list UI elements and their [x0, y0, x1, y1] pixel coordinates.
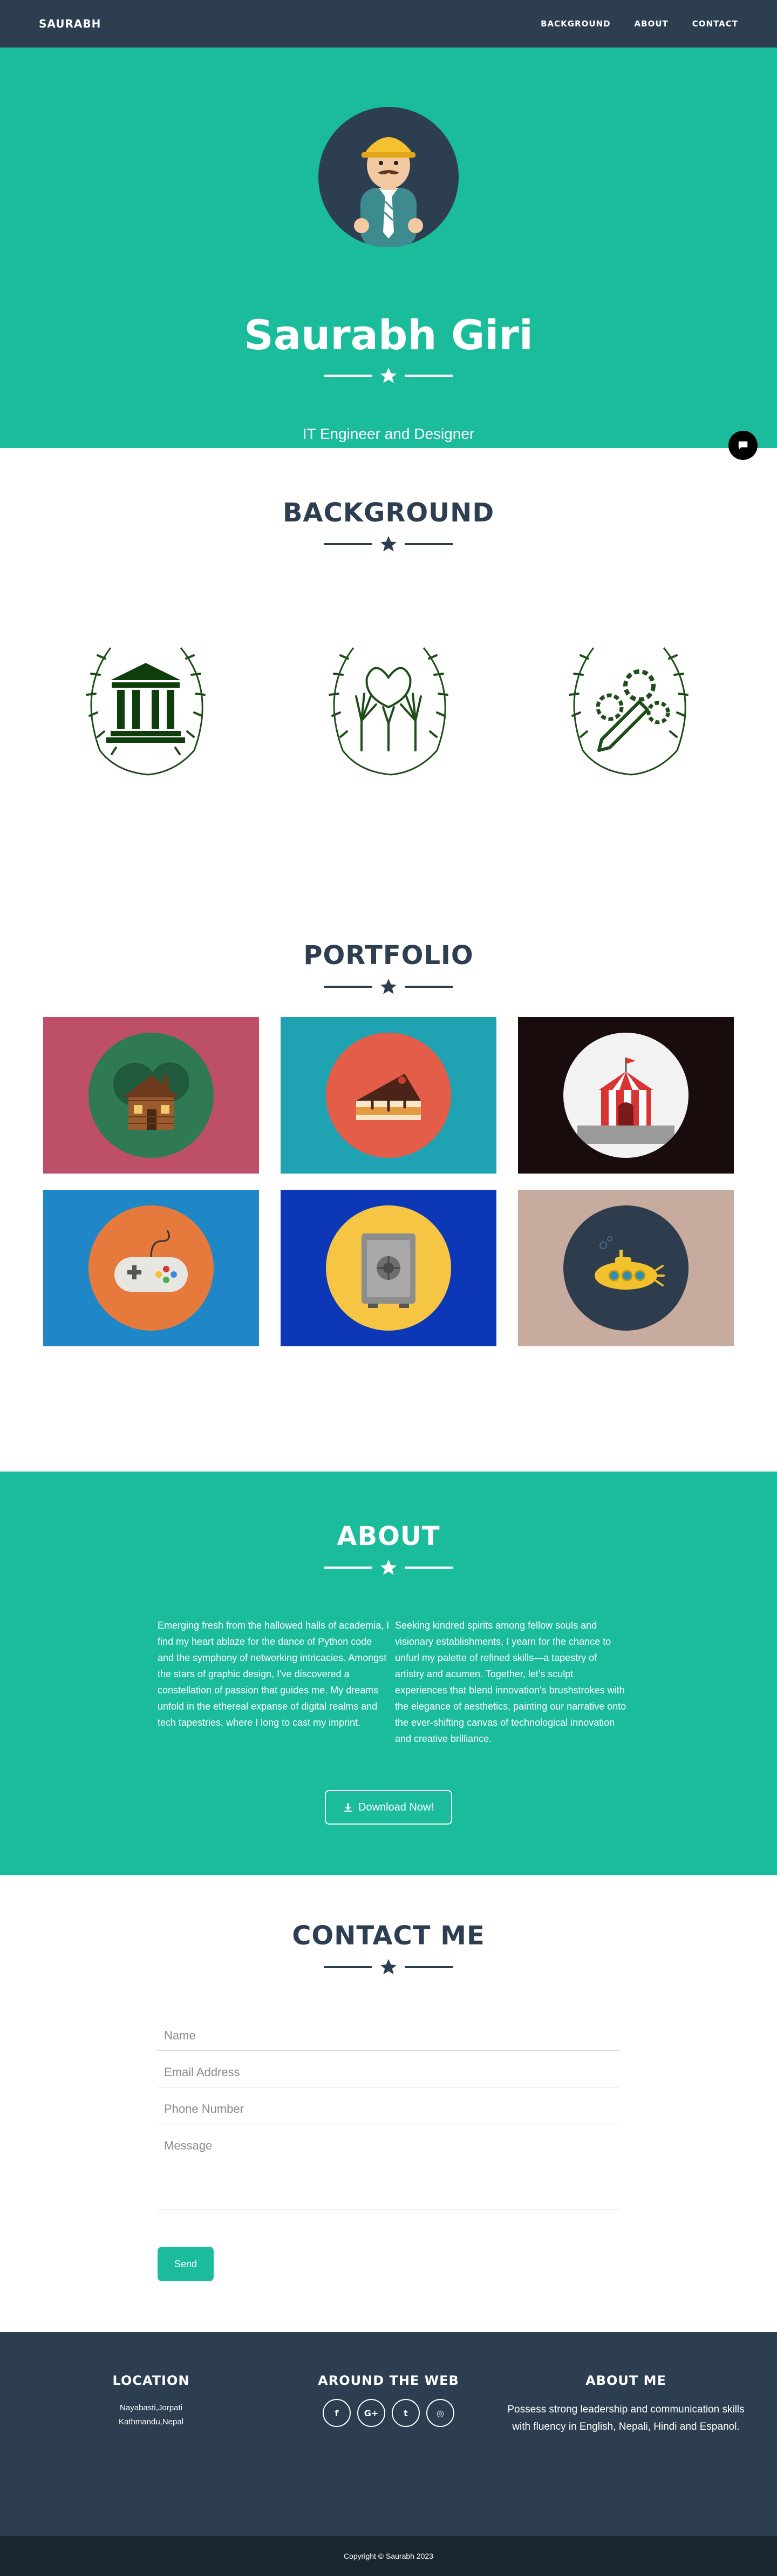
- portfolio-item-controller[interactable]: [43, 1190, 259, 1346]
- section-divider: [324, 977, 453, 996]
- hero-section: Saurabh Giri IT Engineer and Designer: [0, 48, 777, 448]
- portfolio-item-safe[interactable]: [281, 1190, 496, 1346]
- portfolio-item-submarine[interactable]: [518, 1190, 734, 1346]
- footer-location: LOCATION Nayabasti,Jorpati Kathmandu,Nep…: [70, 2373, 232, 2429]
- engineer-avatar-icon: [354, 137, 423, 247]
- footer-web: AROUND THE WEB f G+ t ◎: [302, 2373, 475, 2427]
- nav-links: BACKGROUND ABOUT CONTACT: [541, 19, 738, 29]
- about-text-right: Seeking kindred spirits among fellow sou…: [395, 1620, 626, 1744]
- hero-name: Saurabh Giri: [244, 311, 533, 359]
- email-input[interactable]: [158, 2058, 619, 2087]
- footer-about: ABOUT ME Possess strong leadership and c…: [507, 2373, 745, 2436]
- message-input[interactable]: [158, 2131, 619, 2207]
- copyright-bar: Copyright © Saurabh 2023: [0, 2536, 777, 2576]
- divider-line: [405, 1567, 453, 1569]
- divider-line: [324, 375, 372, 377]
- portfolio-circle: [563, 1205, 689, 1331]
- navbar: SAURABH BACKGROUND ABOUT CONTACT: [0, 0, 777, 48]
- about-text-left: Emerging fresh from the hallowed halls o…: [158, 1620, 390, 1728]
- phone-input[interactable]: [158, 2094, 619, 2124]
- divider-line: [324, 986, 372, 988]
- send-button[interactable]: Send: [158, 2247, 214, 2281]
- star-icon: [380, 368, 397, 383]
- divider-line: [405, 375, 453, 377]
- nav-link-about[interactable]: ABOUT: [635, 19, 669, 29]
- portfolio-item-circus[interactable]: [518, 1017, 734, 1174]
- cake-slice-icon: [356, 1074, 421, 1120]
- portfolio-item-cabin[interactable]: [43, 1017, 259, 1174]
- star-icon: [380, 536, 397, 552]
- download-icon: [344, 1803, 352, 1812]
- portfolio-item-cake[interactable]: [281, 1017, 496, 1174]
- download-button[interactable]: Download Now!: [325, 1790, 452, 1825]
- portfolio-circle: [88, 1033, 214, 1158]
- portfolio-circle: [88, 1205, 214, 1331]
- twitter-icon[interactable]: t: [392, 2399, 420, 2427]
- section-divider: [324, 534, 453, 554]
- portfolio-circle: [563, 1033, 689, 1158]
- name-input[interactable]: [158, 2021, 619, 2050]
- chat-icon: [738, 441, 748, 450]
- design-pencil-gears-icon: [569, 647, 689, 776]
- chat-button[interactable]: [728, 431, 758, 460]
- footer-heading: AROUND THE WEB: [318, 2373, 459, 2388]
- circus-tent-icon: [577, 1057, 674, 1144]
- divider-line: [405, 1966, 453, 1968]
- hero-divider: [324, 366, 453, 385]
- social-links: f G+ t ◎: [302, 2399, 475, 2427]
- submarine-icon: [595, 1236, 665, 1290]
- google-plus-icon[interactable]: G+: [357, 2399, 385, 2427]
- background-section: BACKGROUND: [0, 448, 777, 880]
- star-icon: [380, 979, 397, 994]
- message-field: [158, 2131, 619, 2209]
- download-label: Download Now!: [358, 1801, 434, 1813]
- section-title: CONTACT ME: [292, 1921, 485, 1951]
- name-field: [158, 2021, 619, 2051]
- raised-hands-icon: [329, 647, 448, 776]
- nav-link-background[interactable]: BACKGROUND: [541, 19, 610, 29]
- portfolio-circle: [326, 1033, 451, 1158]
- cabin-icon: [113, 1062, 189, 1130]
- facebook-icon[interactable]: f: [323, 2399, 351, 2427]
- location-line2: Kathmandu,Nepal: [118, 2417, 184, 2426]
- about-section: ABOUT Emerging fresh from the hallowed h…: [0, 1472, 777, 1875]
- location-line1: Nayabasti,Jorpati: [120, 2403, 182, 2412]
- footer: LOCATION Nayabasti,Jorpati Kathmandu,Nep…: [0, 2332, 777, 2536]
- divider-line: [324, 543, 372, 545]
- portfolio-circle: [326, 1205, 451, 1331]
- divider-line: [405, 986, 453, 988]
- email-field: [158, 2058, 619, 2087]
- section-title: PORTFOLIO: [303, 940, 474, 971]
- location-text: Nayabasti,Jorpati Kathmandu,Nepal: [70, 2401, 232, 2429]
- about-me-text: Possess strong leadership and communicat…: [507, 2404, 745, 2432]
- hero-subtitle: IT Engineer and Designer: [302, 425, 475, 442]
- dribbble-icon[interactable]: ◎: [426, 2399, 454, 2427]
- safe-icon: [362, 1233, 415, 1308]
- section-title: ABOUT: [337, 1521, 440, 1551]
- contact-section: CONTACT ME Send: [0, 1875, 777, 2332]
- star-icon: [380, 1560, 397, 1575]
- avatar: [318, 107, 459, 247]
- game-controller-icon: [114, 1230, 188, 1292]
- footer-heading: ABOUT ME: [585, 2373, 666, 2388]
- nav-link-contact[interactable]: CONTACT: [692, 19, 738, 29]
- copyright-text: Copyright © Saurabh 2023: [344, 2552, 433, 2560]
- divider-line: [324, 1567, 372, 1569]
- section-divider: [324, 1957, 453, 1977]
- bank-building-icon: [86, 647, 206, 776]
- star-icon: [380, 1959, 397, 1975]
- section-title: BACKGROUND: [282, 498, 495, 528]
- brand-link[interactable]: SAURABH: [39, 17, 101, 30]
- phone-field: [158, 2094, 619, 2124]
- divider-line: [324, 1966, 372, 1968]
- portfolio-section: PORTFOLIO: [0, 880, 777, 1472]
- section-divider: [324, 1558, 453, 1577]
- divider-line: [405, 543, 453, 545]
- footer-heading: LOCATION: [112, 2373, 190, 2388]
